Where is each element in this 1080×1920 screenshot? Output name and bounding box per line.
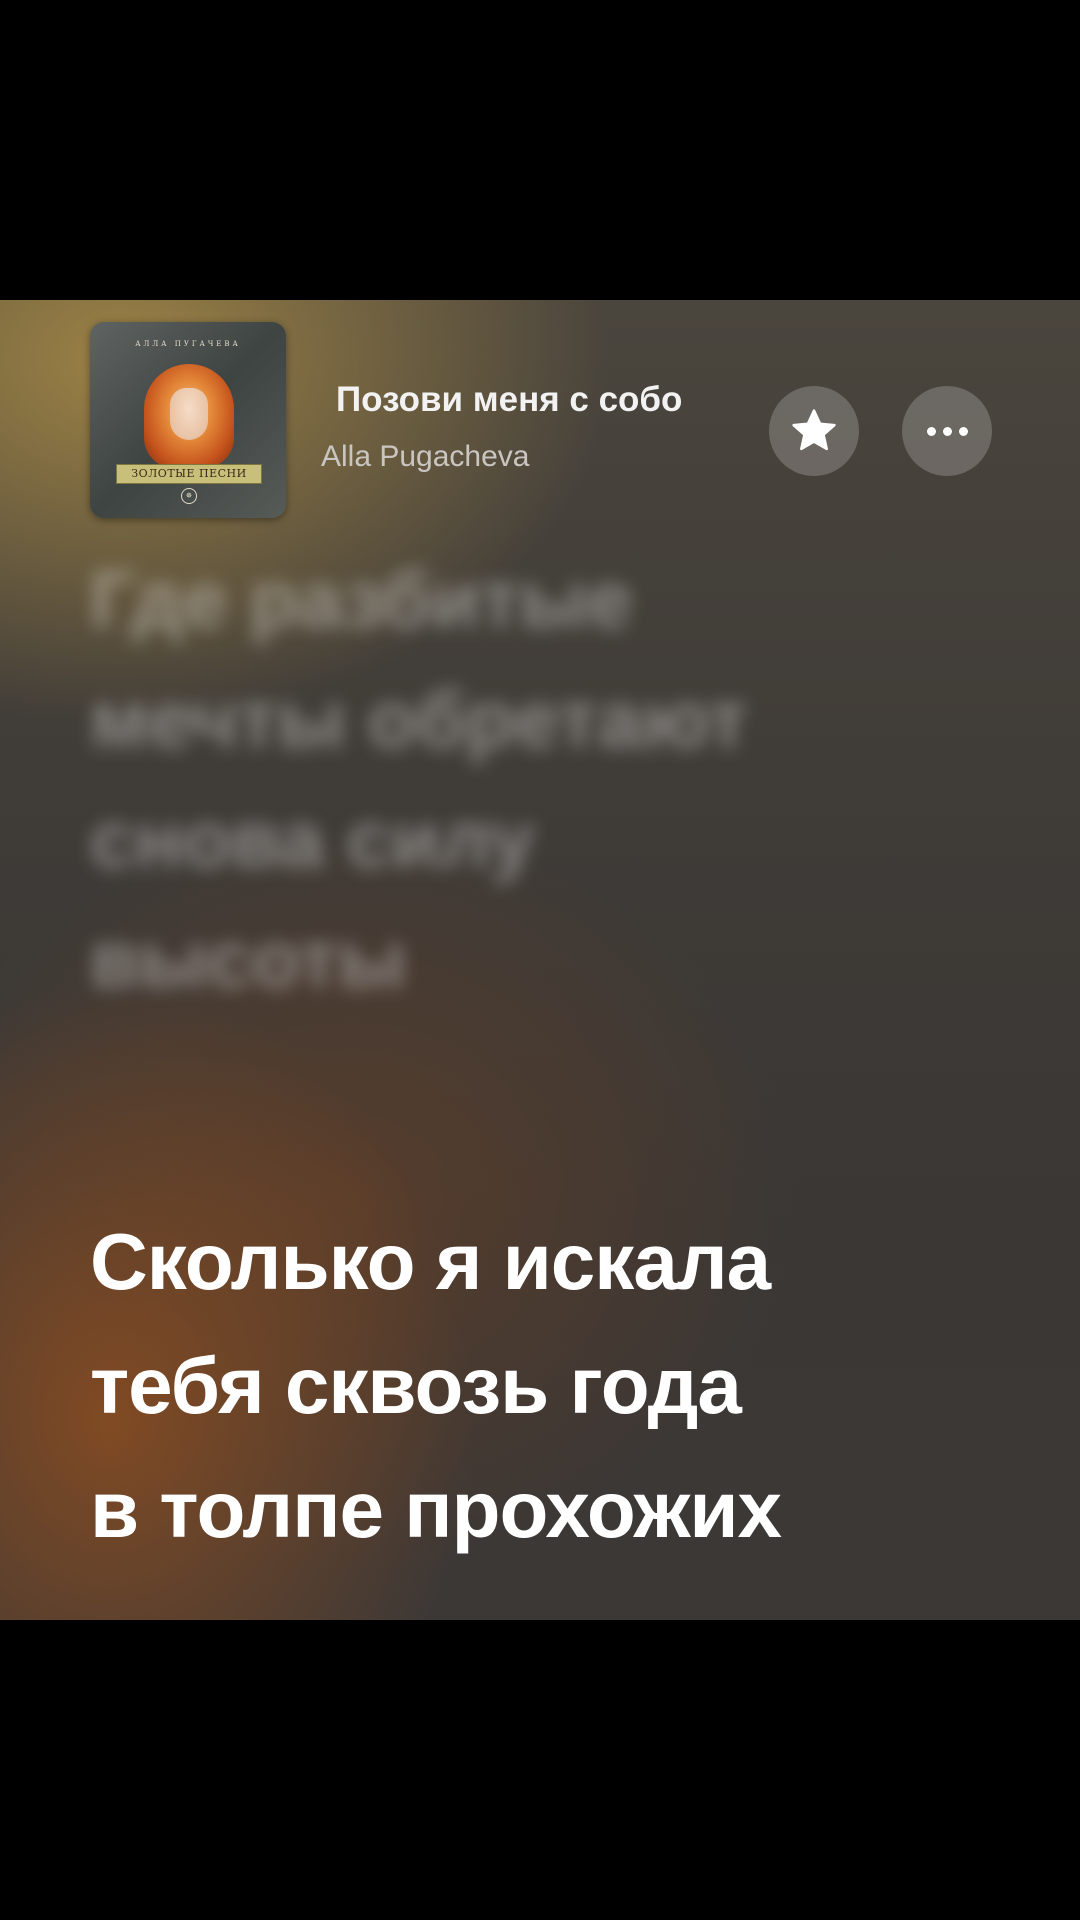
lyric-line-active[interactable]: Сколько я искала <box>90 1200 1030 1324</box>
ellipsis-icon <box>926 426 968 436</box>
album-cover[interactable]: АЛЛА ПУГАЧЕВА ЗОЛОТЫЕ ПЕСНИ ✵ <box>90 322 286 518</box>
cover-album-banner: ЗОЛОТЫЕ ПЕСНИ <box>116 464 262 484</box>
cover-portrait-face <box>170 388 208 440</box>
cover-artist-text: АЛЛА ПУГАЧЕВА <box>135 340 241 348</box>
more-options-button[interactable] <box>902 386 992 476</box>
lyric-line-active[interactable]: тебя сквозь года <box>90 1324 1030 1448</box>
track-title[interactable]: Позови меня с собо <box>336 380 760 420</box>
star-icon <box>792 409 836 451</box>
lyric-line[interactable]: снова силу <box>90 780 990 900</box>
track-artist[interactable]: Alla Pugacheva <box>321 440 529 474</box>
previous-lyrics: Где разбитые мечты обретают снова силу в… <box>90 540 990 1020</box>
now-playing-header: АЛЛА ПУГАЧЕВА ЗОЛОТЫЕ ПЕСНИ ✵ Позови мен… <box>0 300 1080 530</box>
lyric-line-active[interactable]: в толпе прохожих <box>90 1448 1030 1572</box>
lyric-line[interactable]: высоты <box>90 900 990 1020</box>
current-lyrics: Сколько я искала тебя сквозь года в толп… <box>90 1200 1030 1572</box>
lyrics-screen: АЛЛА ПУГАЧЕВА ЗОЛОТЫЕ ПЕСНИ ✵ Позови мен… <box>0 300 1080 1620</box>
lyric-line[interactable]: Где разбитые <box>90 540 990 660</box>
favorite-button[interactable] <box>769 386 859 476</box>
cover-emblem: ✵ <box>181 488 197 504</box>
lyric-line[interactable]: мечты обретают <box>90 660 990 780</box>
